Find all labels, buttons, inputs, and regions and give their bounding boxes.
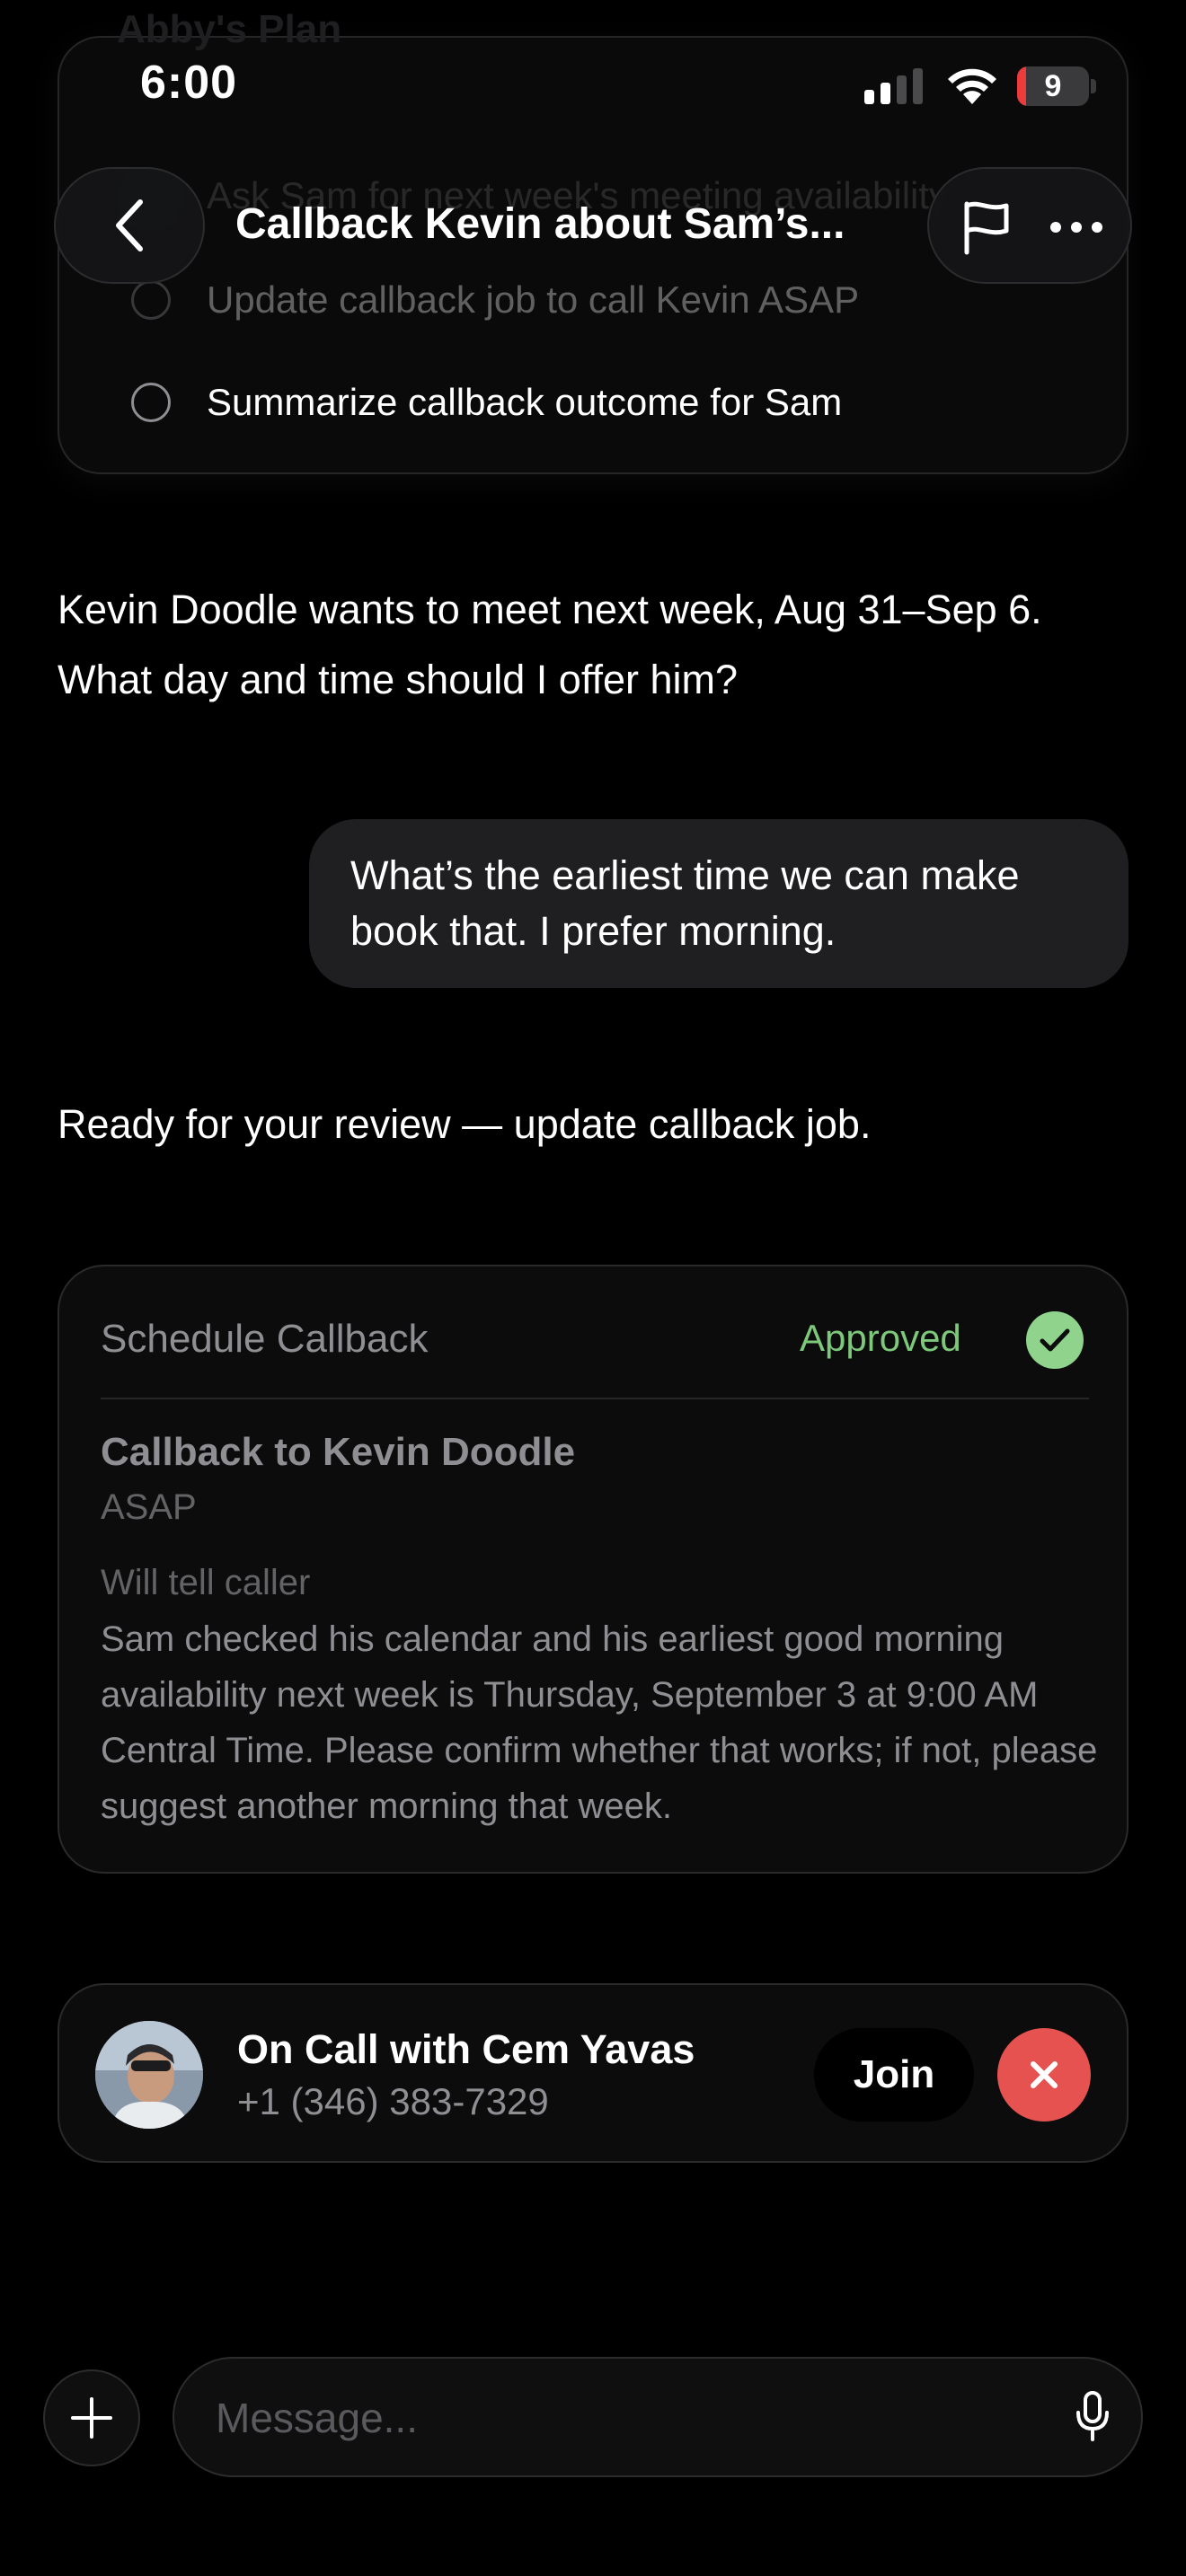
circle-icon <box>131 383 171 422</box>
flag-icon <box>964 201 1009 255</box>
cellular-signal-icon <box>864 66 923 104</box>
active-call-banner[interactable]: On Call with Cem Yavas +1 (346) 383-7329… <box>58 1983 1128 2163</box>
avatar <box>95 2021 203 2129</box>
microphone-button[interactable] <box>1064 2387 1121 2445</box>
callback-timing: ASAP <box>101 1487 197 1527</box>
checkmark-icon <box>1026 1311 1084 1369</box>
end-call-button[interactable] <box>997 2028 1091 2122</box>
flag-button[interactable] <box>951 191 1022 263</box>
join-call-button[interactable]: Join <box>814 2028 974 2122</box>
page-title: Callback Kevin about Sam’s... <box>235 200 845 248</box>
ellipsis-icon <box>1050 222 1102 233</box>
user-message: What’s the earliest time we can make boo… <box>309 819 1128 988</box>
plan-title: Abby's Plan <box>117 7 342 51</box>
wifi-icon <box>948 68 996 104</box>
header-actions <box>927 167 1132 284</box>
assistant-message: Kevin Doodle wants to meet next week, Au… <box>58 587 1042 702</box>
callback-target: Callback to Kevin Doodle <box>101 1430 576 1474</box>
plan-item-label: Summarize callback outcome for Sam <box>207 381 843 423</box>
plan-item-label: Update callback job to call Kevin ASAP <box>207 278 860 321</box>
plan-item[interactable]: Update callback job to call Kevin ASAP <box>131 278 859 322</box>
message-input[interactable] <box>214 2359 1026 2477</box>
plus-icon <box>71 2397 112 2439</box>
status-badge: Approved <box>800 1317 961 1359</box>
plan-item[interactable]: Summarize callback outcome for Sam <box>131 381 842 424</box>
review-card[interactable]: Schedule Callback Approved Callback to K… <box>58 1265 1128 1874</box>
circle-icon <box>131 280 171 320</box>
message-composer <box>173 2357 1143 2477</box>
more-button[interactable] <box>1040 191 1112 263</box>
microphone-icon <box>1076 2391 1109 2441</box>
status-time: 6:00 <box>140 57 238 109</box>
message-label: Will tell caller <box>101 1563 311 1602</box>
divider <box>101 1398 1089 1399</box>
assistant-message: Ready for your review — update callback … <box>58 1101 872 1147</box>
back-button[interactable] <box>54 167 205 284</box>
chevron-left-icon <box>116 199 143 251</box>
review-action-title: Schedule Callback <box>101 1317 429 1361</box>
call-phone-number: +1 (346) 383-7329 <box>237 2080 549 2122</box>
battery-icon: 9 <box>1017 66 1098 106</box>
add-attachment-button[interactable] <box>43 2369 140 2466</box>
close-icon <box>1031 2061 1058 2088</box>
call-title: On Call with Cem Yavas <box>237 2026 695 2072</box>
battery-level: 9 <box>1044 69 1062 103</box>
message-body: Sam checked his calendar and his earlies… <box>101 1619 1098 1826</box>
